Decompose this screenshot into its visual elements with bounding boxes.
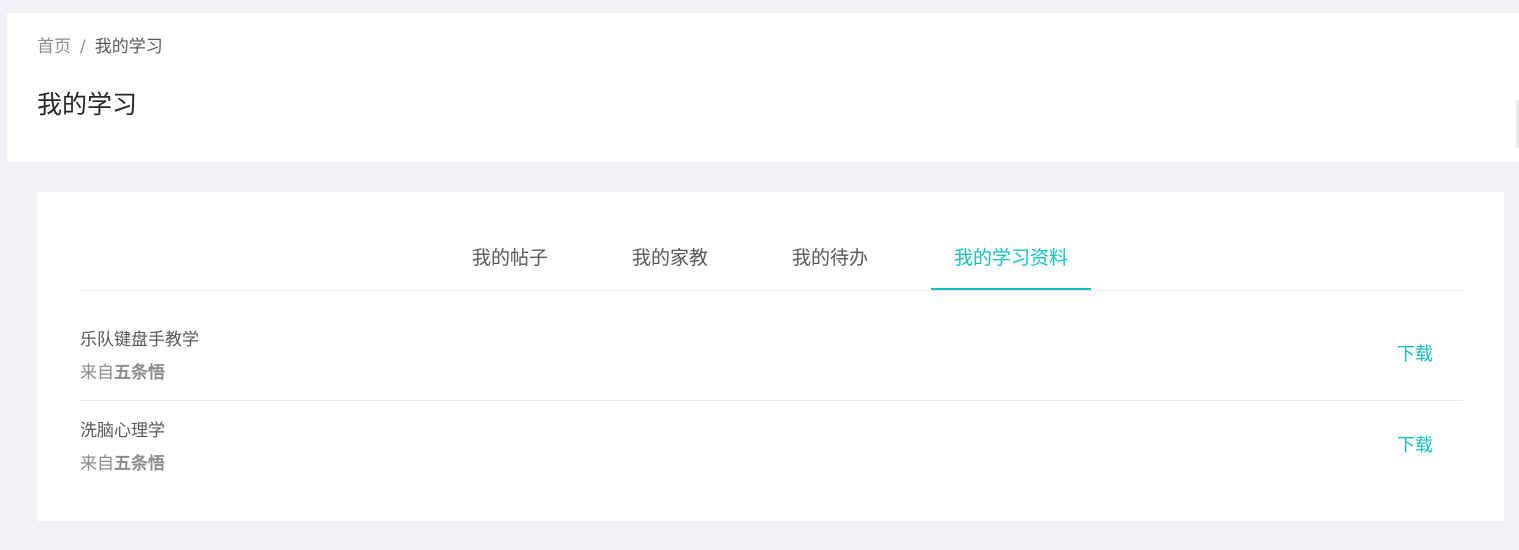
content-card: 我的帖子 我的家教 我的待办 我的学习资料 乐队键盘手教学 来自五条悟 下载 洗… bbox=[37, 192, 1504, 521]
page-header: 首页 / 我的学习 我的学习 bbox=[7, 13, 1519, 162]
author-name: 五条悟 bbox=[114, 363, 165, 383]
material-title: 洗脑心理学 bbox=[80, 421, 165, 441]
source-prefix: 来自 bbox=[80, 454, 114, 474]
breadcrumb-current: 我的学习 bbox=[94, 37, 163, 57]
tab-my-posts[interactable]: 我的帖子 bbox=[470, 228, 550, 290]
list-item: 乐队键盘手教学 来自五条悟 下载 bbox=[80, 310, 1463, 401]
author-name: 五条悟 bbox=[114, 454, 165, 474]
page-title: 我的学习 bbox=[37, 90, 138, 119]
list-item: 洗脑心理学 来自五条悟 下载 bbox=[80, 401, 1463, 491]
breadcrumb-separator: / bbox=[80, 37, 86, 57]
source-prefix: 来自 bbox=[80, 363, 114, 383]
tab-my-study-materials[interactable]: 我的学习资料 bbox=[931, 228, 1091, 290]
tab-my-todo[interactable]: 我的待办 bbox=[790, 228, 870, 290]
breadcrumb-home-link[interactable]: 首页 bbox=[37, 37, 71, 57]
tab-my-tutoring[interactable]: 我的家教 bbox=[630, 228, 710, 290]
breadcrumb: 首页 / 我的学习 bbox=[37, 35, 163, 59]
tab-bar: 我的帖子 我的家教 我的待办 我的学习资料 bbox=[80, 228, 1463, 291]
materials-list: 乐队键盘手教学 来自五条悟 下载 洗脑心理学 来自五条悟 下载 bbox=[80, 310, 1463, 491]
download-link[interactable]: 下载 bbox=[1397, 343, 1433, 367]
material-title: 乐队键盘手教学 bbox=[80, 330, 199, 350]
material-source: 来自五条悟 bbox=[80, 452, 165, 476]
material-source: 来自五条悟 bbox=[80, 361, 165, 385]
download-link[interactable]: 下载 bbox=[1397, 434, 1433, 458]
